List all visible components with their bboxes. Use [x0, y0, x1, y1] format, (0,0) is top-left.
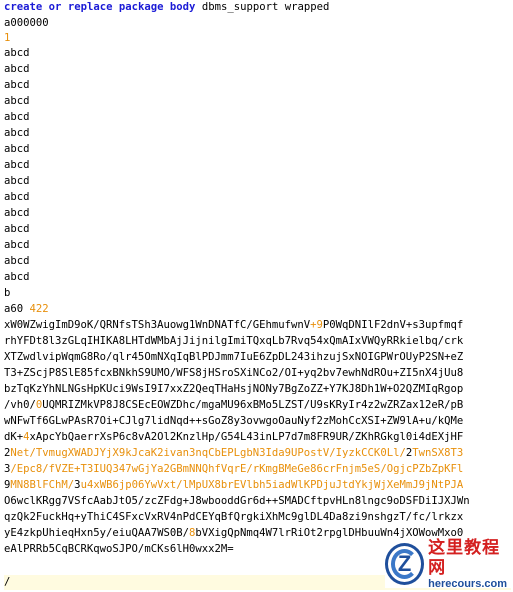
wrapped-code-line: wNFwTf6GLwPAsR7Oi+CJlg7lidNqd++sGoZ8y3ov…	[4, 414, 511, 429]
code-line: abcd	[4, 143, 30, 155]
code-line-number-value: 1	[4, 32, 11, 44]
wrapped-code-line: 9MN8BlFChM/3u4xWB6jp06YwVxt/lMpUX8brEVlb…	[4, 478, 511, 493]
wrapped-code-line: O6wclKRgg7VSfcAabJtO5/zcZFdg+J8wbooddGr6…	[4, 494, 511, 509]
wrapped-code-line: dK+4xApcYbQaerrXsP6c8vA2Ol2KnzlHp/G54L43…	[4, 430, 511, 445]
code-text-token: P0WqDNIlF2dnV+s3upfmqf	[322, 319, 464, 331]
wrapped-code-line: XTZwdlvipWqmG8Ro/qlr45OmNXqIqBlPDJmm7IuE…	[4, 350, 511, 365]
site-watermark: Z 这里教程网 herecours.com	[385, 538, 511, 591]
code-line: abcd	[4, 79, 30, 91]
wrapped-code-line: rhYFDt8l3zGLqIHIKA8LHTdWMbAjJijnilgImiTQ…	[4, 334, 511, 349]
code-text-token: dK+	[4, 431, 24, 443]
code-line: abcd	[4, 255, 30, 267]
code-line: abcd	[4, 95, 30, 107]
code-line: abcd	[4, 63, 30, 75]
code-line: abcd	[4, 47, 30, 59]
watermark-url: herecours.com	[428, 577, 508, 590]
wrapped-code-line: bzTqKzYhNLNGsHpKUci9WsI9I7xxZ2QeqTHaHsjN…	[4, 382, 511, 397]
code-text-token: xApcYbQaerrXsP6c8vA2Ol2KnzlHp/G54L43inLP…	[29, 431, 464, 443]
code-text-token: yE4zkpUhieqHxn5y/eiuQAA7WS0B/	[4, 527, 189, 539]
code-line: b	[4, 287, 11, 299]
keyword-replace: replace	[67, 1, 113, 13]
code-line: abcd	[4, 175, 30, 187]
code-text-token: rhYFDt8l3zGLqIHIKA8LHTdWMbAjJijnilgImiTQ…	[4, 335, 464, 347]
code-text-token: qzQk2FuckHq+yThiC4SFxcVxRV4nPdCEYqBfQrgk…	[4, 511, 464, 523]
code-number-token: TwnSX8T3	[412, 447, 464, 459]
code-text-token: UQMRIZMkVP8J8CSEcEOWZDhc/mgaMU96xBMo5LZS…	[42, 399, 464, 411]
code-text-token: XTZwdlvipWqmG8Ro/qlr45OmNXqIqBlPDJmm7IuE…	[4, 351, 464, 363]
keyword-package: package	[118, 1, 164, 13]
wrapped-code-line: 2Net/TvmugXWADJYjX9kJcaK2ivan3nqCbEPLgbN…	[4, 446, 511, 461]
code-number-token: /Epc8/fVZE+T3IUQ347wGjYa2GBmNNQhfVqrE/rK…	[10, 463, 464, 475]
code-number-token: u4xWB6jp06YwVxt/lMpUX8brEVlbh5iadWlKPDju…	[80, 479, 464, 491]
code-text-token: bzTqKzYhNLNGsHpKUci9WsI9I7xxZ2QeqTHaHsjN…	[4, 383, 464, 395]
wrapped-code-line: qzQk2FuckHq+yThiC4SFxcVxRV4nPdCEYqBfQrgk…	[4, 510, 511, 525]
code-line: abcd	[4, 223, 30, 235]
code-line: abcd	[4, 207, 30, 219]
code-line-header: create or replace package body dbms_supp…	[4, 0, 511, 15]
wrapped-code-line: /vh0/0UQMRIZMkVP8J8CSEcEOWZDhc/mgaMU96xB…	[4, 398, 511, 413]
code-text-token: /vh0/	[4, 399, 36, 411]
code-text-token: wNFwTf6GLwPAsR7Oi+CJlg7lidNqd++sGoZ8y3ov…	[4, 415, 464, 427]
keyword-body: body	[169, 1, 196, 13]
logo-letter: Z	[397, 551, 412, 576]
code-number-token: Net/TvmugXWADJYjX9kJcaK2ivan3nqCbEPLgbN3…	[10, 447, 406, 459]
watermark-title: 这里教程网	[428, 537, 501, 578]
code-text-token: O6wclKRgg7VSfcAabJtO5/zcZFdg+J8wbooddGr6…	[4, 495, 470, 507]
code-number-token: MN8BlFChM/	[10, 479, 75, 491]
a60-number: 422	[29, 303, 49, 315]
wrapped-code-line: T3+ZScjP8SlE85fcxBNkhS9UMO/WFS8jHSroSXiN…	[4, 366, 511, 381]
code-line: abcd	[4, 159, 30, 171]
code-line: a000000	[4, 17, 49, 29]
code-line-a60: a60 422	[4, 302, 511, 317]
keyword-or: or	[48, 1, 62, 13]
code-text-token: xW0WZwigImD9oK/QRNfsTSh3Auowg1WnDNATfC/G…	[4, 319, 311, 331]
code-line: abcd	[4, 191, 30, 203]
code-text-token: eAlPRRb5CqBCRKqwoSJPO/mCKs6lH0wxx2M=	[4, 543, 234, 555]
site-logo-icon: Z	[385, 543, 425, 585]
code-line: abcd	[4, 271, 30, 283]
watermark-text: 这里教程网 herecours.com	[428, 538, 511, 591]
package-name: dbms_support wrapped	[201, 1, 330, 13]
code-text-token: bVXigQpNmq4W7lrRiOt2rpglDHbuuWn4jXOWowMx…	[195, 527, 464, 539]
code-line: abcd	[4, 111, 30, 123]
code-text-token: T3+ZScjP8SlE85fcxBNkhS9UMO/WFS8jHSroSXiN…	[4, 367, 464, 379]
keyword-create: create	[4, 1, 43, 13]
wrapped-code-line: xW0WZwigImD9oK/QRNfsTSh3Auowg1WnDNATfC/G…	[4, 318, 511, 333]
code-line: abcd	[4, 239, 30, 251]
code-number-token: +9	[310, 319, 323, 331]
code-line: abcd	[4, 127, 30, 139]
a60-prefix: a60	[4, 303, 30, 315]
wrapped-code-line: 3/Epc8/fVZE+T3IUQ347wGjYa2GBmNNQhfVqrE/r…	[4, 462, 511, 477]
code-editor[interactable]: create or replace package body dbms_supp…	[0, 0, 513, 592]
